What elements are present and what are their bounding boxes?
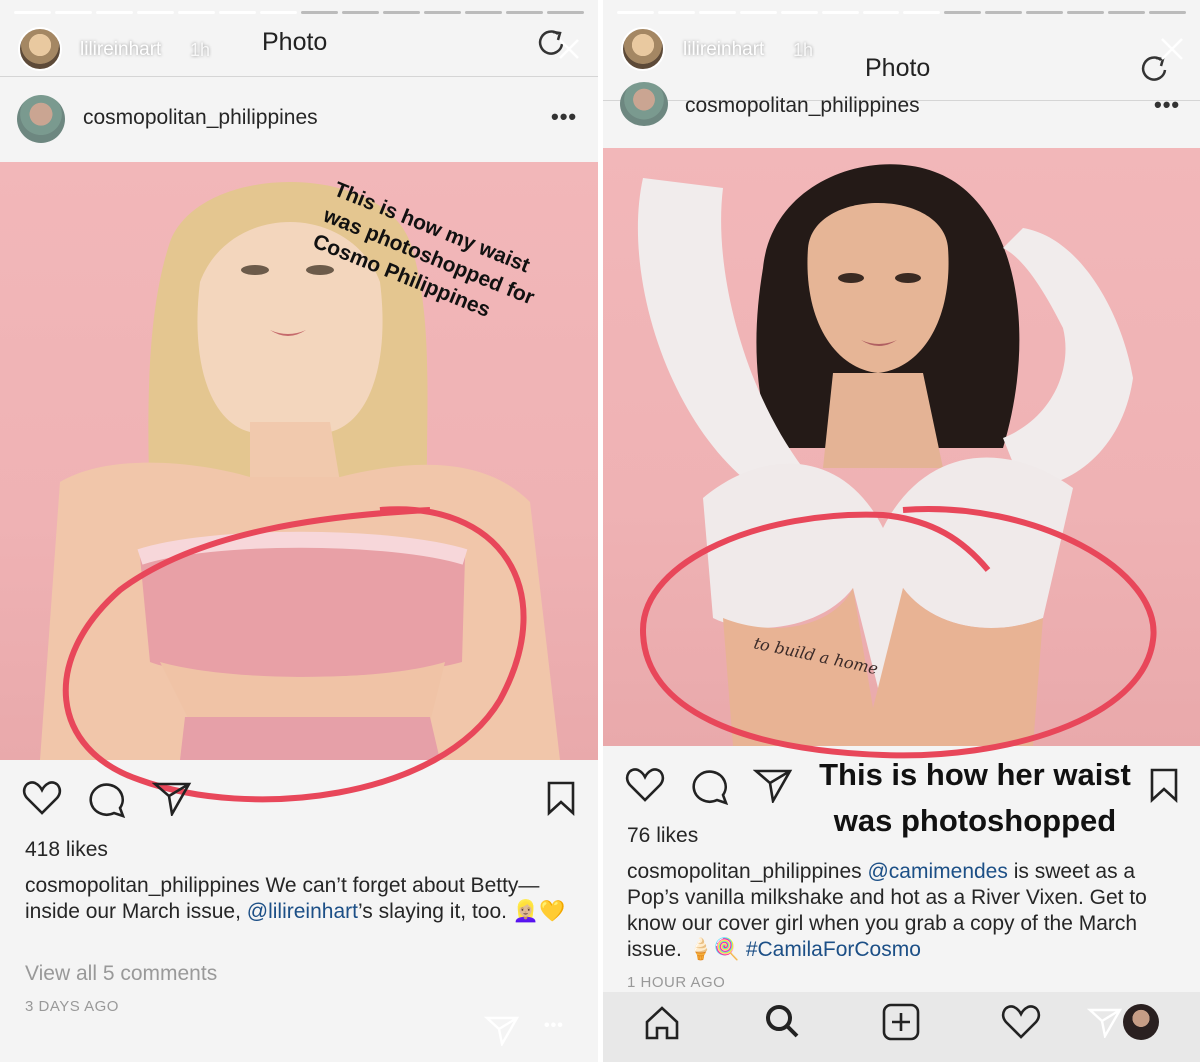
share-icon[interactable] — [152, 780, 192, 816]
likes-count[interactable]: 76 likes — [627, 824, 698, 848]
caption-username[interactable]: cosmopolitan_philippines — [627, 860, 862, 883]
comment-icon[interactable] — [689, 765, 729, 805]
caption-mention[interactable]: @lilireinhart — [247, 900, 358, 923]
activity-icon[interactable] — [1001, 1004, 1041, 1040]
bookmark-icon[interactable] — [546, 780, 576, 816]
story-panel-right: lilireinhart 1h Photo cosmopolitan_phili… — [603, 0, 1200, 1062]
comment-icon[interactable] — [86, 778, 126, 818]
highlight-circle — [639, 506, 1157, 759]
post-timestamp: 3 DAYS AGO — [25, 998, 119, 1015]
caption-emoji: 👱🏼‍♀️💛 — [512, 900, 566, 923]
page-title: Photo — [262, 28, 328, 56]
post-avatar[interactable] — [17, 95, 65, 143]
close-icon[interactable] — [558, 38, 580, 60]
post-username[interactable]: cosmopolitan_philippines — [685, 94, 920, 118]
bottom-nav-bar — [603, 992, 1200, 1062]
more-icon[interactable]: ••• — [1154, 92, 1180, 118]
caption-mention[interactable]: @camimendes — [862, 860, 1007, 883]
story-username[interactable]: lilireinhart — [80, 39, 161, 61]
more-icon[interactable]: ••• — [544, 1017, 564, 1035]
view-comments-link[interactable]: View all 5 comments — [25, 962, 217, 986]
story-overlay-text: This is how her waist was photoshopped — [819, 757, 1131, 838]
story-panel-left: lilireinhart 1h Photo cosmopolitan_phili… — [0, 0, 598, 1062]
story-time: 1h — [793, 40, 814, 60]
profile-avatar[interactable] — [1123, 1004, 1159, 1040]
post-username[interactable]: cosmopolitan_philippines — [83, 106, 318, 130]
caption-username[interactable]: cosmopolitan_philippines — [25, 874, 260, 897]
add-icon[interactable] — [881, 1002, 921, 1042]
heart-icon[interactable] — [625, 767, 665, 803]
caption-emoji: 🍦🍭 — [687, 938, 740, 961]
story-username[interactable]: lilireinhart — [683, 39, 764, 61]
post-avatar[interactable] — [620, 82, 668, 126]
search-icon[interactable] — [763, 1002, 801, 1040]
caption-hashtag[interactable]: #CamilaForCosmo — [740, 938, 921, 961]
home-icon[interactable] — [643, 1004, 681, 1042]
more-icon[interactable]: ••• — [551, 104, 577, 130]
story-progress-bar — [14, 11, 584, 14]
story-avatar[interactable] — [621, 27, 665, 71]
story-time: 1h — [190, 40, 211, 60]
post-timestamp: 1 HOUR AGO — [627, 974, 726, 991]
post-caption: cosmopolitan_philippines @camimendes is … — [627, 860, 1147, 961]
page-title: Photo — [865, 54, 931, 82]
story-progress-bar — [617, 11, 1186, 14]
story-avatar[interactable] — [18, 27, 62, 71]
likes-count[interactable]: 418 likes — [25, 838, 108, 862]
highlight-circle — [62, 506, 527, 803]
post-caption: cosmopolitan_philippines We can’t forget… — [25, 874, 566, 923]
direct-icon[interactable] — [1087, 1006, 1123, 1038]
direct-icon[interactable] — [484, 1014, 520, 1046]
heart-icon[interactable] — [22, 780, 62, 816]
close-icon[interactable] — [1160, 37, 1184, 61]
